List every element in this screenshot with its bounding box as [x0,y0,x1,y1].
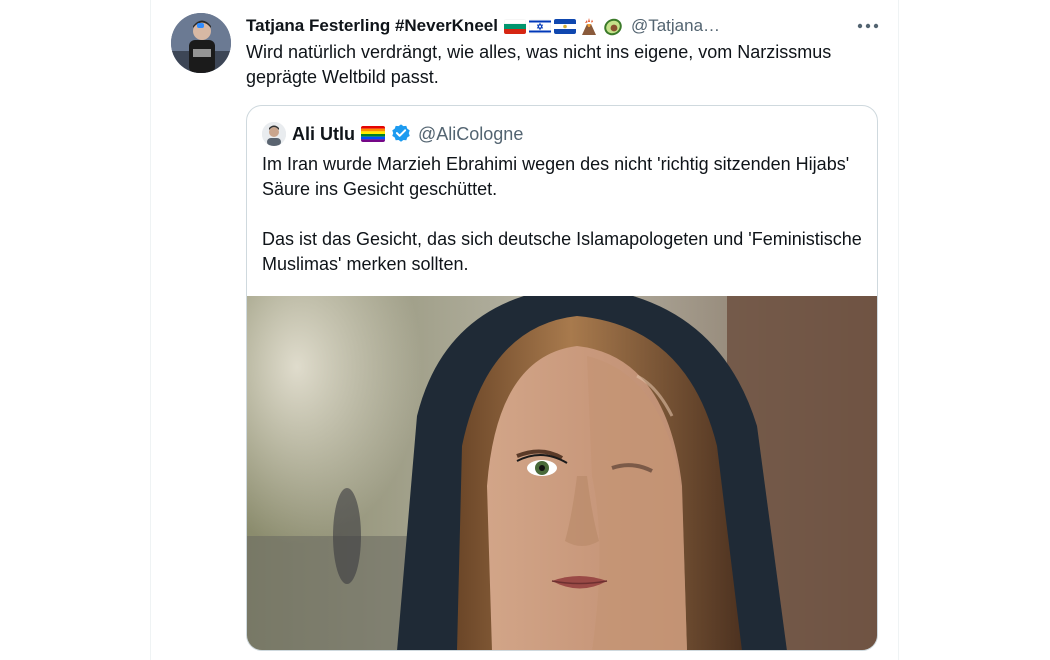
author-handle[interactable]: @Tatjana… [631,16,720,36]
author-emojis [503,16,627,36]
quoted-author-handle: @AliCologne [418,123,524,144]
bulgaria-flag-icon [503,18,526,34]
avocado-icon [602,16,624,36]
verified-badge-icon [390,123,412,145]
quoted-tweet-card[interactable]: Ali Utlu @AliCologne Im Iran wurde Marzi… [246,105,878,651]
more-options-icon[interactable] [855,16,881,36]
el-salvador-flag-icon [553,18,576,34]
quoted-tweet-header: Ali Utlu @AliCologne [262,122,523,146]
author-avatar[interactable] [171,13,231,73]
tweet-header: Tatjana Festerling #NeverKneel @Tatjana… [246,14,720,38]
quoted-paragraph: Das ist das Gesicht, das sich deutsche I… [262,229,862,274]
israel-flag-icon [528,18,551,34]
quoted-tweet-photo[interactable] [247,286,877,650]
volcano-icon [579,16,599,36]
quoted-author-name: Ali Utlu [292,123,355,144]
rainbow-flag-icon [361,126,385,142]
quoted-author-avatar [262,122,286,146]
quoted-paragraph: Im Iran wurde Marzieh Ebrahimi wegen des… [262,154,850,199]
author-name[interactable]: Tatjana Festerling #NeverKneel [246,16,498,36]
tweet-text: Wird natürlich verdrängt, wie alles, was… [246,42,832,87]
quoted-tweet-text: Im Iran wurde Marzieh Ebrahimi wegen des… [262,152,862,277]
